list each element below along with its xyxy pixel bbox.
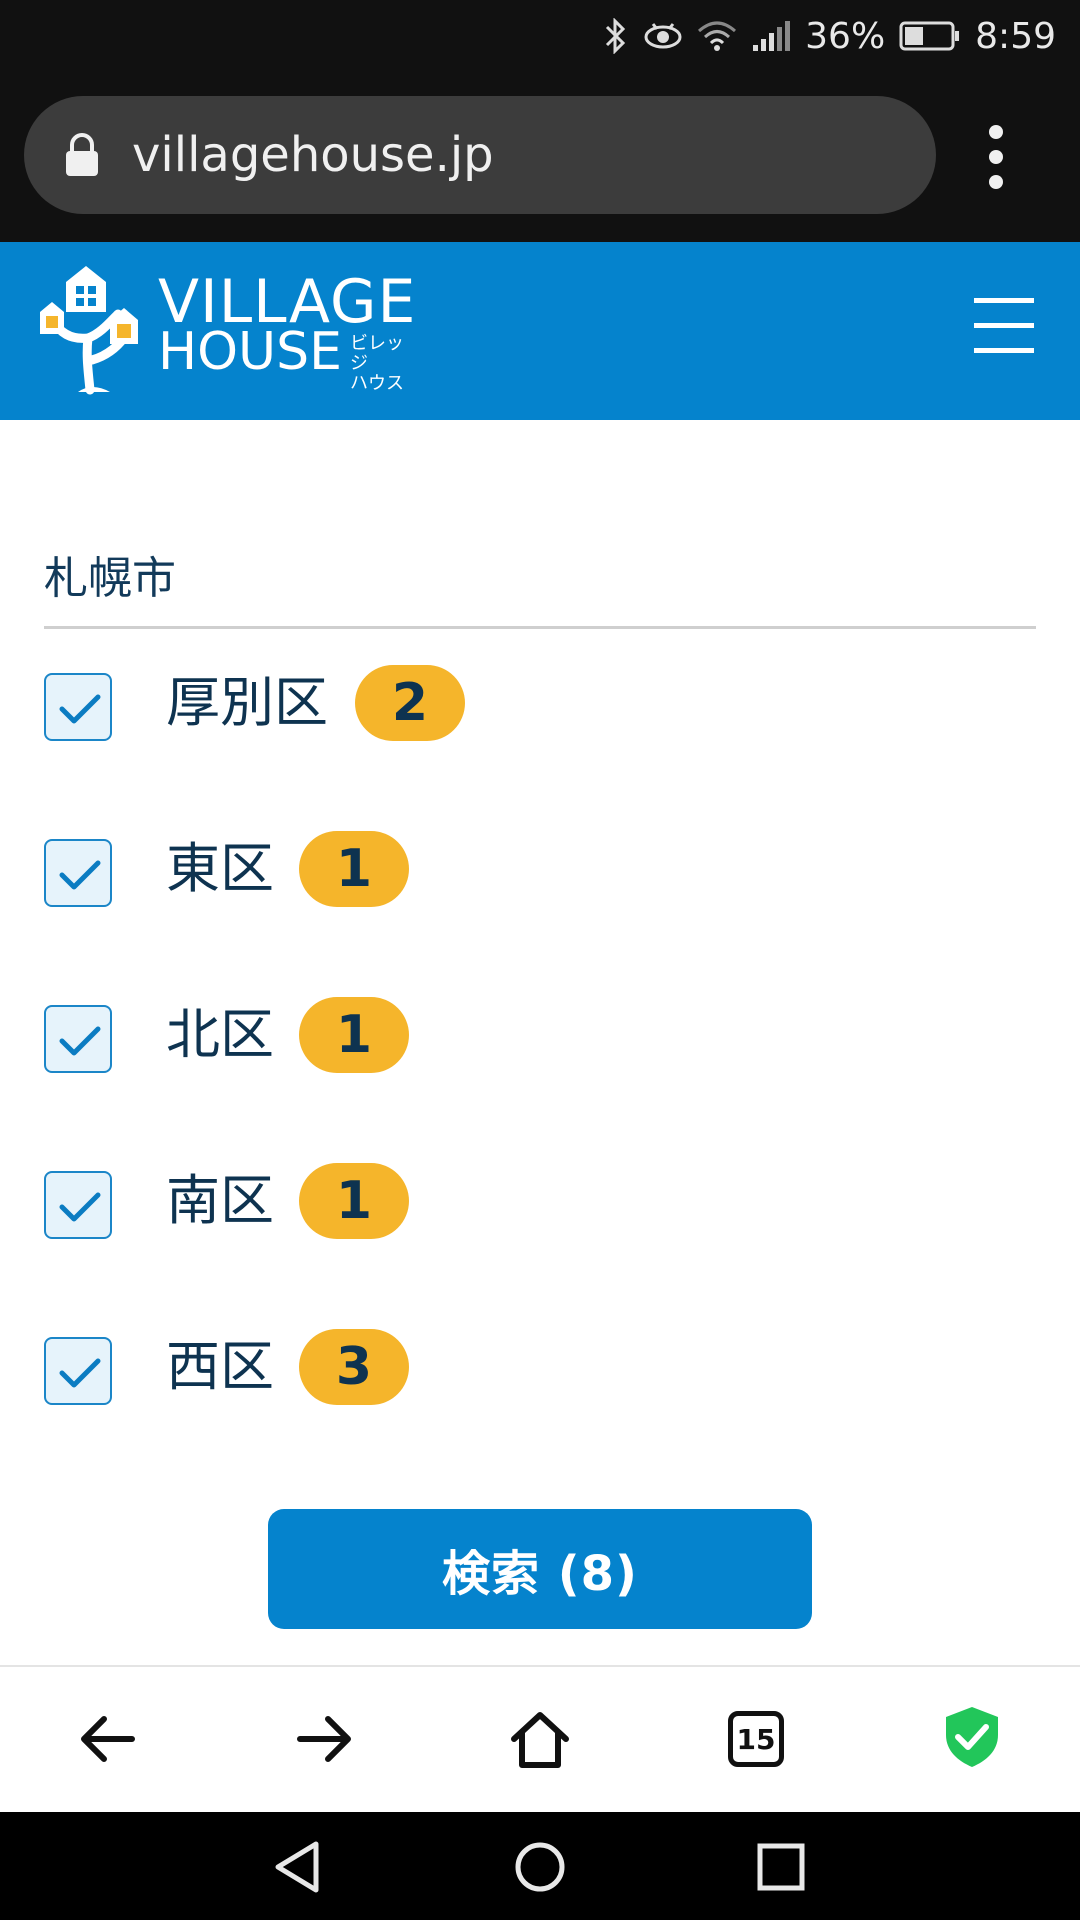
search-button[interactable]: 検索 (8)	[268, 1509, 812, 1629]
eye-icon	[644, 23, 682, 49]
ward-label: 南区	[166, 1169, 274, 1232]
city-title: 札幌市	[44, 553, 176, 604]
arrow-right-icon[interactable]	[292, 1707, 356, 1771]
signal-icon	[753, 21, 791, 51]
ward-count-badge: 2	[355, 665, 465, 741]
recents-square-icon[interactable]	[754, 1840, 808, 1894]
url-text: villagehouse.jp	[132, 127, 494, 183]
ward-option-nishi[interactable]: 西区 3	[44, 1325, 844, 1415]
browser-toolbar: 15	[0, 1665, 1080, 1814]
system-nav-bar	[0, 1812, 1080, 1920]
ward-count-badge: 1	[299, 1163, 409, 1239]
back-triangle-icon[interactable]	[272, 1840, 326, 1894]
ward-count-badge: 3	[299, 1329, 409, 1405]
shield-check-icon[interactable]	[940, 1705, 1004, 1769]
ward-option-minami[interactable]: 南区 1	[44, 1159, 844, 1249]
checkmark-icon	[59, 1026, 101, 1056]
battery-percent: 36%	[805, 15, 886, 57]
checkmark-icon	[59, 1192, 101, 1222]
ward-option-higashi[interactable]: 東区 1	[44, 827, 844, 917]
status-time: 8:59	[975, 15, 1056, 57]
wifi-icon	[698, 21, 737, 51]
lock-icon	[66, 133, 98, 176]
tree-house-icon	[40, 266, 138, 395]
ward-label: 北区	[166, 1003, 274, 1066]
checkmark-icon	[59, 694, 101, 724]
ward-count-badge: 1	[299, 831, 409, 907]
ward-checkbox[interactable]	[44, 1337, 112, 1405]
more-vert-icon[interactable]	[976, 112, 1016, 202]
status-bar: 36% 8:59	[0, 0, 1080, 72]
ward-checkbox[interactable]	[44, 1005, 112, 1073]
home-icon[interactable]	[508, 1707, 572, 1771]
site-header: VILLAGE HOUSE ビレッジ ハウス	[0, 242, 1080, 420]
ward-checkbox[interactable]	[44, 839, 112, 907]
site-logo[interactable]: VILLAGE HOUSE ビレッジ ハウス	[40, 260, 420, 400]
hamburger-icon[interactable]	[972, 294, 1036, 358]
ward-checkbox[interactable]	[44, 1171, 112, 1239]
tabs-button[interactable]: 15	[728, 1711, 792, 1775]
browser-chrome: villagehouse.jp	[0, 72, 1080, 242]
logo-kana-line2: ハウス	[350, 373, 404, 394]
logo-text-house: HOUSE	[158, 322, 342, 382]
address-bar[interactable]: villagehouse.jp	[24, 96, 936, 214]
ward-label: 東区	[166, 837, 274, 900]
ward-label: 厚別区	[166, 671, 328, 734]
logo-kana-line1: ビレッジ	[350, 333, 404, 374]
divider	[44, 626, 1036, 629]
ward-checkbox[interactable]	[44, 673, 112, 741]
bluetooth-icon	[606, 18, 626, 54]
home-circle-icon[interactable]	[513, 1840, 567, 1894]
ward-filter-panel: 札幌市 厚別区 2 東区 1 北区 1 南区 1 西区 3 検索 (8)	[0, 420, 1080, 1665]
ward-count-badge: 1	[299, 997, 409, 1073]
checkmark-icon	[59, 860, 101, 890]
checkmark-icon	[59, 1358, 101, 1388]
ward-label: 西区	[166, 1335, 274, 1398]
ward-option-kita[interactable]: 北区 1	[44, 993, 844, 1083]
battery-icon	[899, 21, 960, 51]
logo-kana: ビレッジ ハウス	[350, 334, 420, 394]
tabs-count: 15	[728, 1711, 784, 1767]
arrow-left-icon[interactable]	[76, 1707, 140, 1771]
ward-option-atsubetsu[interactable]: 厚別区 2	[44, 661, 844, 751]
